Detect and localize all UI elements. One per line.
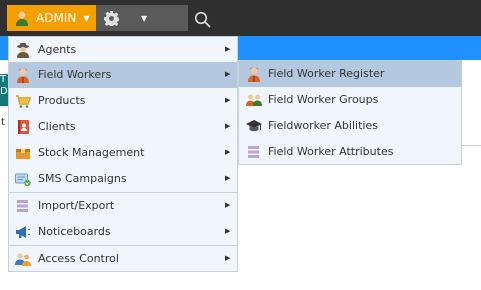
menu-item-label: SMS Campaigns	[38, 172, 127, 185]
chevron-right-icon: ▶	[225, 254, 231, 262]
chevron-right-icon: ▶	[225, 45, 231, 53]
menu-item-label: Import/Export	[38, 199, 115, 212]
background-teal-strip: T D	[0, 74, 8, 106]
top-navigation-bar: ADMIN ▼ ▼	[0, 0, 481, 36]
field-workers-submenu: Field Worker Register Field Worker Group…	[238, 60, 462, 165]
chevron-right-icon: ▶	[225, 122, 231, 130]
chevron-down-icon: ▼	[141, 13, 148, 23]
access-users-icon	[15, 251, 31, 267]
menu-item-noticeboards[interactable]: Noticeboards ▶	[9, 219, 237, 245]
megaphone-icon	[15, 224, 31, 240]
submenu-item-label: Fieldworker Abilities	[268, 119, 378, 132]
attributes-list-icon	[246, 144, 262, 160]
submenu-item-label: Field Worker Groups	[268, 93, 379, 106]
admin-user-icon	[15, 10, 29, 26]
menu-item-label: Access Control	[38, 252, 119, 265]
agent-icon	[15, 42, 31, 58]
field-worker-icon	[15, 67, 31, 83]
menu-item-clients[interactable]: Clients ▶	[9, 114, 237, 140]
menu-item-sms-campaigns[interactable]: SMS Campaigns ▶	[9, 166, 237, 192]
chevron-right-icon: ▶	[225, 148, 231, 156]
submenu-item-label: Field Worker Attributes	[268, 145, 394, 158]
stock-box-icon	[15, 145, 31, 161]
import-export-icon	[15, 198, 31, 214]
submenu-item-field-worker-groups[interactable]: Field Worker Groups	[239, 87, 461, 113]
submenu-item-label: Field Worker Register	[268, 67, 385, 80]
menu-item-label: Field Workers	[38, 68, 112, 81]
sms-icon	[15, 171, 31, 187]
admin-menu-label: ADMIN	[36, 11, 77, 25]
submenu-item-field-worker-attributes[interactable]: Field Worker Attributes	[239, 139, 461, 165]
cart-icon	[15, 93, 32, 109]
background-text: t	[1, 117, 5, 128]
clients-book-icon	[15, 119, 31, 135]
menu-item-access-control[interactable]: Access Control ▶	[9, 246, 237, 272]
menu-item-stock-management[interactable]: Stock Management ▶	[9, 140, 237, 166]
field-worker-icon	[246, 66, 262, 82]
chevron-down-icon: ▼	[83, 13, 90, 23]
admin-menu-button[interactable]: ADMIN ▼	[7, 5, 96, 31]
menu-item-products[interactable]: Products ▶	[9, 88, 237, 114]
settings-menu-button[interactable]: ▼	[96, 5, 188, 31]
menu-item-label: Clients	[38, 120, 76, 133]
chevron-right-icon: ▶	[225, 174, 231, 182]
menu-item-field-workers[interactable]: Field Workers ▶	[9, 62, 237, 88]
search-icon[interactable]	[194, 11, 212, 32]
submenu-item-field-worker-register[interactable]: Field Worker Register	[239, 61, 461, 87]
menu-item-import-export[interactable]: Import/Export ▶	[9, 193, 237, 219]
menu-item-label: Noticeboards	[38, 225, 111, 238]
menu-item-label: Stock Management	[38, 146, 145, 159]
chevron-right-icon: ▶	[225, 96, 231, 104]
graduation-cap-icon	[246, 118, 262, 134]
menu-item-label: Products	[38, 94, 86, 107]
chevron-right-icon: ▶	[225, 70, 231, 78]
admin-dropdown-menu: Agents ▶ Field Workers ▶ Products ▶ Clie…	[8, 36, 238, 272]
chevron-right-icon: ▶	[225, 227, 231, 235]
submenu-item-fieldworker-abilities[interactable]: Fieldworker Abilities	[239, 113, 461, 139]
gear-icon	[104, 10, 120, 27]
chevron-right-icon: ▶	[225, 201, 231, 209]
worker-groups-icon	[246, 92, 262, 108]
menu-item-agents[interactable]: Agents ▶	[9, 37, 237, 63]
menu-item-label: Agents	[38, 43, 77, 56]
